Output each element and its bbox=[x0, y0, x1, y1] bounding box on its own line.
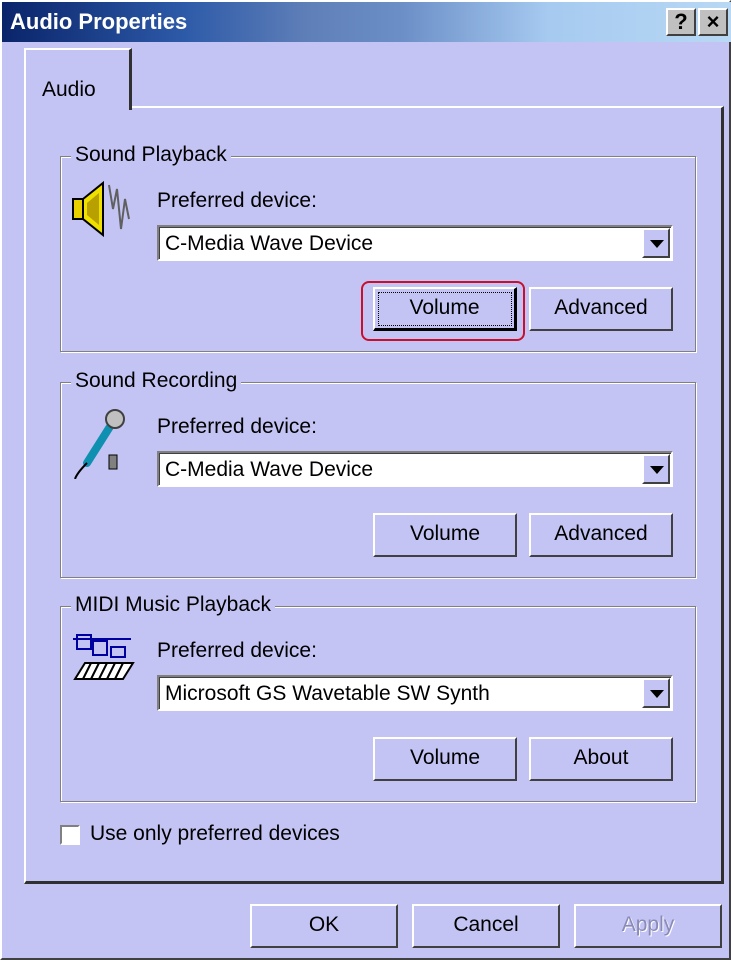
playback-preferred-label: Preferred device: bbox=[157, 189, 317, 212]
midi-playback-group: MIDI Music Playback Preferred device: Mi… bbox=[60, 593, 696, 802]
midi-device-value: Microsoft GS Wavetable SW Synth bbox=[165, 682, 490, 705]
speaker-icon bbox=[72, 180, 130, 238]
audio-properties-dialog: Audio Properties ? × Audio Sound Playbac… bbox=[0, 0, 731, 960]
midi-keyboard-icon bbox=[73, 634, 135, 680]
recording-volume-button[interactable]: Volume bbox=[373, 513, 517, 557]
use-preferred-label[interactable]: Use only preferred devices bbox=[90, 822, 340, 846]
chevron-down-icon[interactable] bbox=[642, 678, 670, 708]
tab-audio-label: Audio bbox=[42, 78, 96, 101]
playback-device-value: C-Media Wave Device bbox=[165, 232, 374, 255]
sound-recording-group: Sound Recording Preferred device: C-Medi… bbox=[60, 369, 696, 578]
help-button[interactable]: ? bbox=[666, 8, 696, 36]
cancel-button[interactable]: Cancel bbox=[412, 904, 560, 948]
recording-device-select[interactable]: C-Media Wave Device bbox=[157, 451, 673, 487]
ok-button[interactable]: OK bbox=[250, 904, 398, 948]
midi-volume-button[interactable]: Volume bbox=[373, 737, 517, 781]
use-preferred-checkbox[interactable] bbox=[60, 825, 80, 845]
playback-advanced-button[interactable]: Advanced bbox=[529, 287, 673, 331]
sound-playback-title: Sound Playback bbox=[71, 143, 231, 167]
midi-preferred-label: Preferred device: bbox=[157, 639, 317, 662]
sound-playback-group: Sound Playback Preferred device: C-Media… bbox=[60, 143, 696, 352]
window-title: Audio Properties bbox=[10, 9, 188, 34]
sound-recording-title: Sound Recording bbox=[71, 369, 242, 393]
close-button[interactable]: × bbox=[698, 8, 728, 36]
tab-audio[interactable]: Audio bbox=[24, 48, 132, 110]
recording-advanced-button[interactable]: Advanced bbox=[529, 513, 673, 557]
audio-tab-panel: Sound Playback Preferred device: C-Media… bbox=[24, 106, 724, 884]
midi-device-select[interactable]: Microsoft GS Wavetable SW Synth bbox=[157, 675, 673, 711]
microphone-icon bbox=[74, 409, 125, 479]
chevron-down-icon[interactable] bbox=[642, 454, 670, 484]
recording-preferred-label: Preferred device: bbox=[157, 415, 317, 438]
midi-playback-title: MIDI Music Playback bbox=[71, 593, 276, 617]
title-bar[interactable]: Audio Properties ? × bbox=[2, 2, 731, 42]
apply-button[interactable]: Apply bbox=[574, 904, 722, 948]
midi-about-button[interactable]: About bbox=[529, 737, 673, 781]
playback-device-select[interactable]: C-Media Wave Device bbox=[157, 225, 673, 261]
recording-device-value: C-Media Wave Device bbox=[165, 458, 374, 481]
playback-volume-button[interactable]: Volume bbox=[373, 287, 517, 331]
chevron-down-icon[interactable] bbox=[642, 228, 670, 258]
